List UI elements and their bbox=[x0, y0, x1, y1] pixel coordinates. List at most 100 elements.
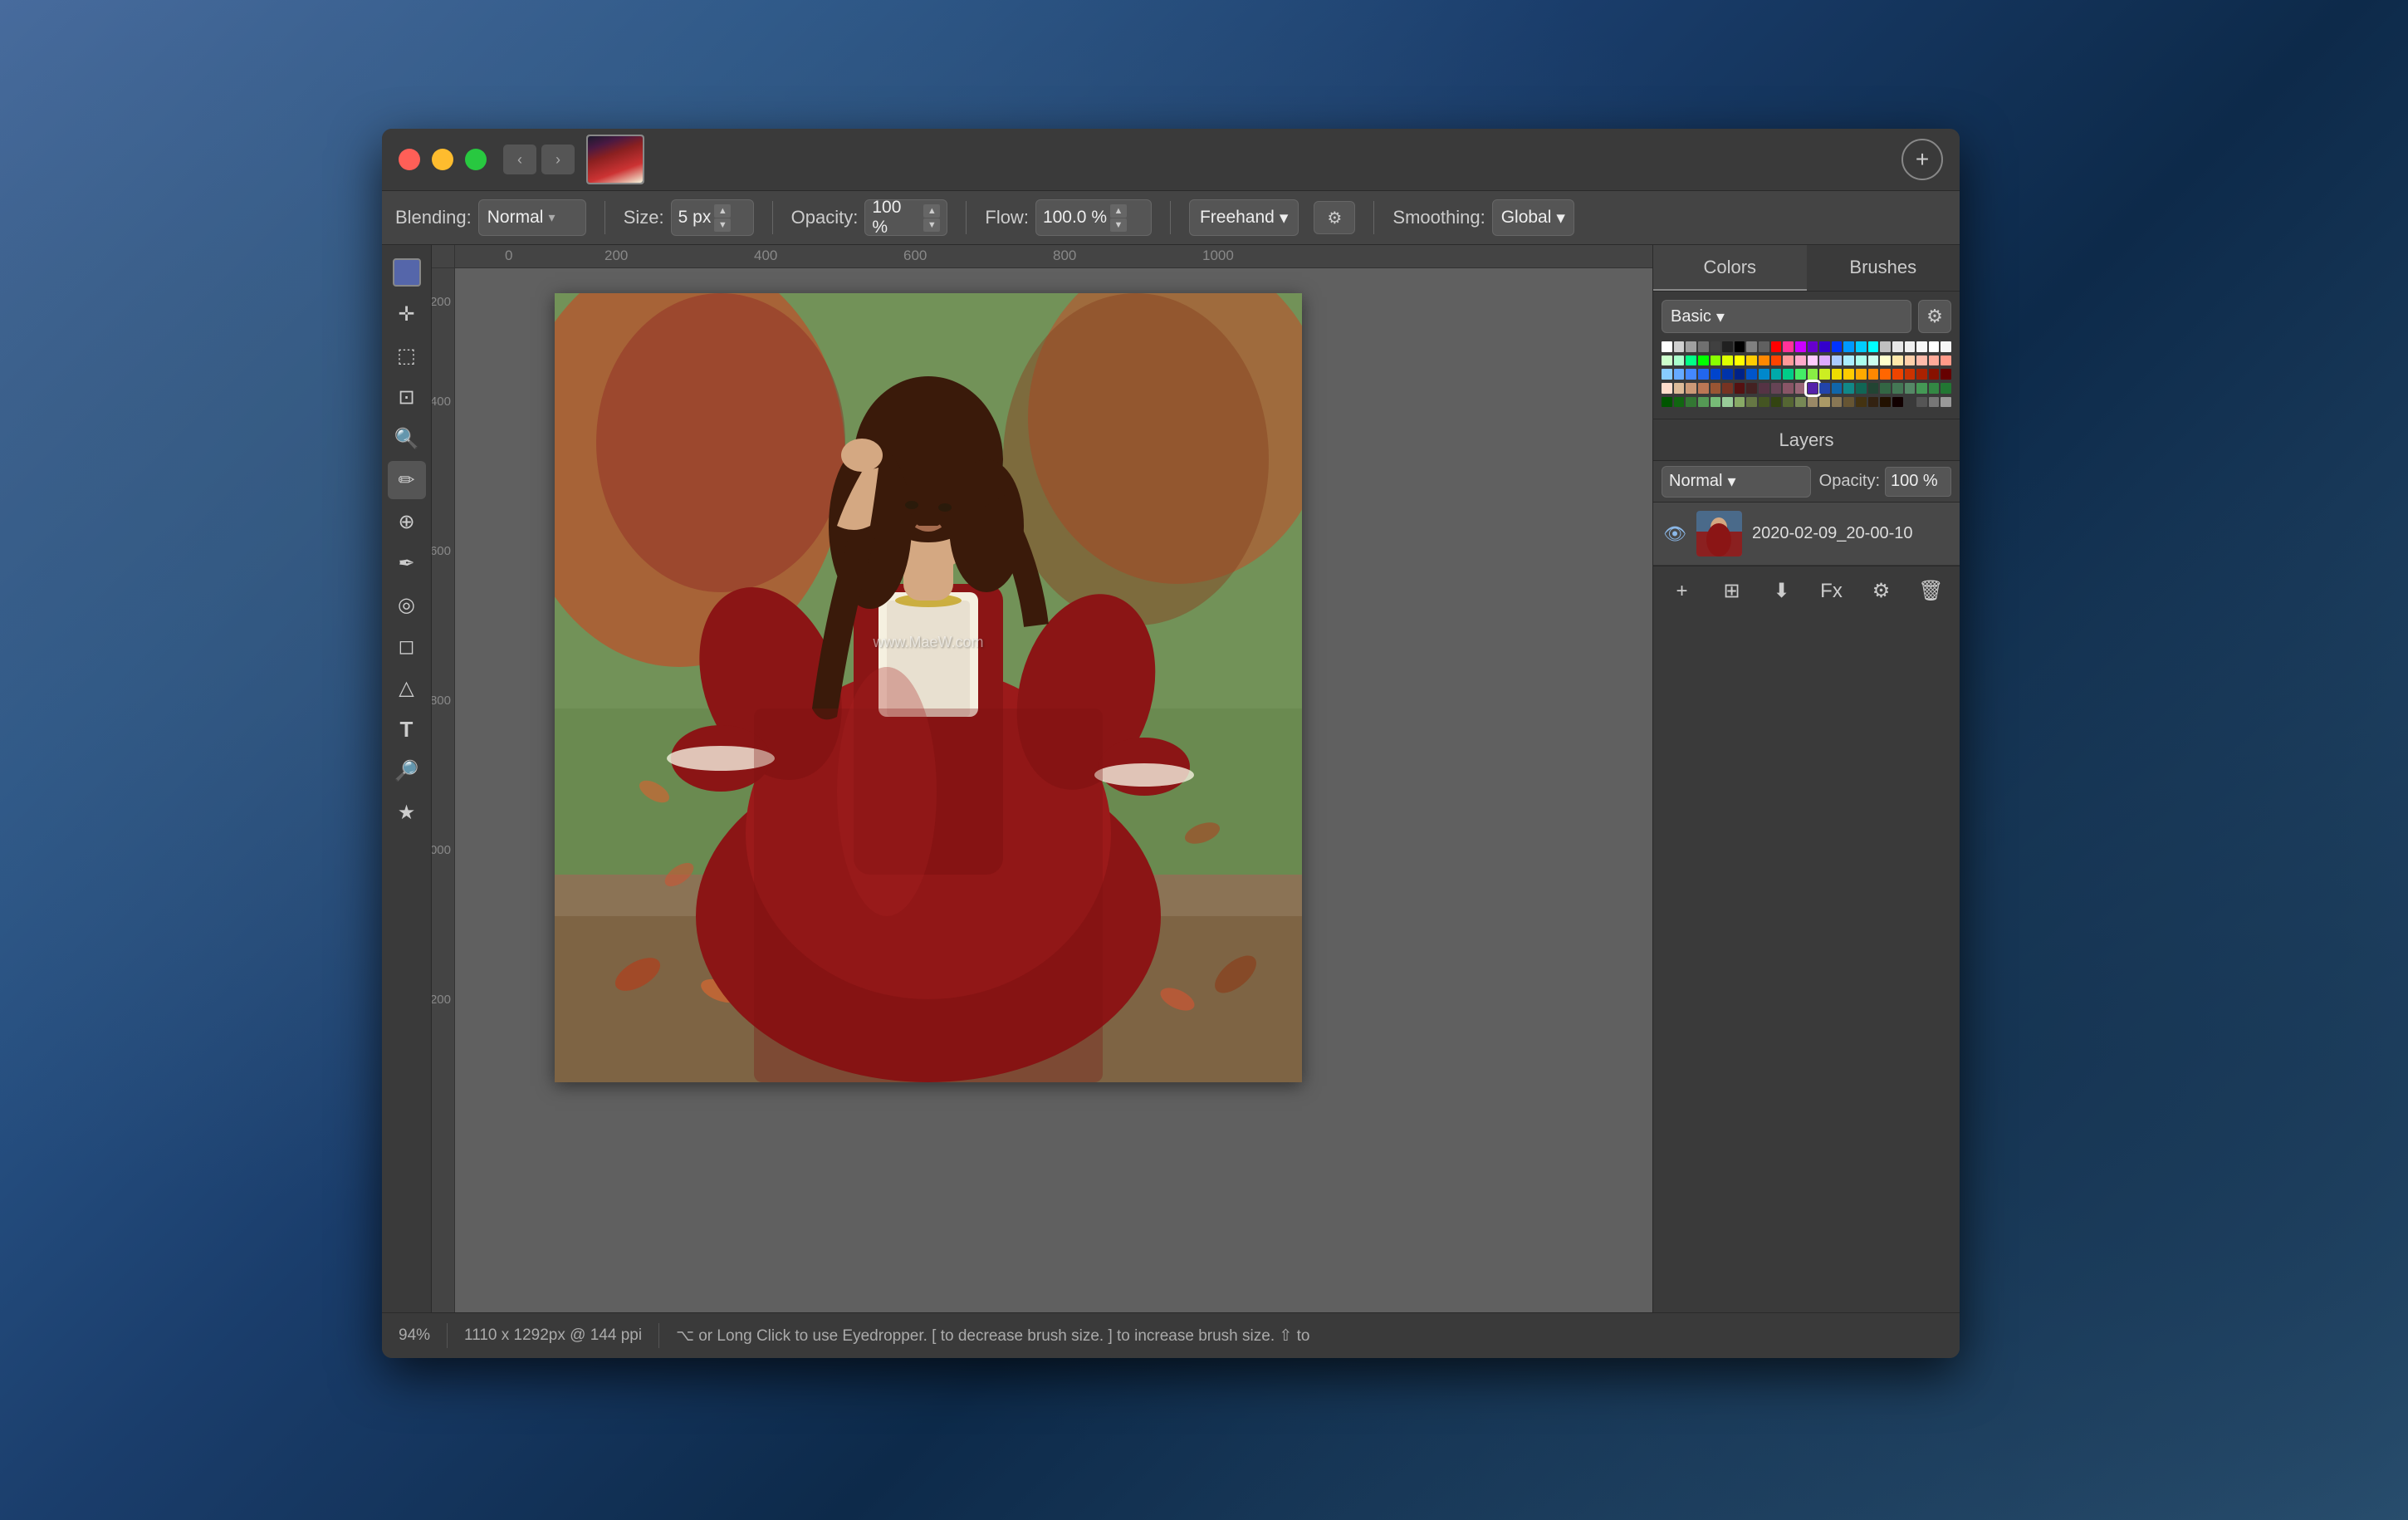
color-swatch-yellowgreen2[interactable] bbox=[1808, 369, 1818, 380]
size-stepper[interactable]: ▲ ▼ bbox=[714, 204, 731, 232]
color-swatch-lightblue1[interactable] bbox=[1832, 355, 1843, 366]
color-swatch-tan1[interactable] bbox=[1698, 383, 1709, 394]
color-swatch-gray2[interactable] bbox=[1929, 397, 1940, 408]
eyedropper-tool-button[interactable]: 🔍 bbox=[388, 419, 426, 458]
color-swatch-lightgray[interactable] bbox=[1674, 341, 1685, 352]
color-swatch-lightgreen2[interactable] bbox=[1795, 369, 1806, 380]
color-swatch-peach[interactable] bbox=[1905, 355, 1916, 366]
color-swatch-mauve[interactable] bbox=[1783, 383, 1794, 394]
add-layer-button[interactable]: + bbox=[1666, 575, 1699, 608]
color-swatch-almostblack[interactable] bbox=[1722, 341, 1733, 352]
color-swatch-teal[interactable] bbox=[1771, 369, 1782, 380]
color-swatch-maroon[interactable] bbox=[1929, 369, 1940, 380]
size-input[interactable]: 5 px ▲ ▼ bbox=[671, 199, 754, 236]
color-swatch-medblue[interactable] bbox=[1698, 369, 1709, 380]
color-swatch-lilac[interactable] bbox=[1819, 355, 1830, 366]
color-swatch-lightred[interactable] bbox=[1783, 355, 1794, 366]
color-swatch-mg[interactable] bbox=[1686, 397, 1696, 408]
color-swatch-darktan[interactable] bbox=[1832, 397, 1843, 408]
color-swatch-orangered[interactable] bbox=[1880, 369, 1891, 380]
color-swatch-charcoal[interactable] bbox=[1905, 397, 1916, 408]
color-swatch-green3[interactable] bbox=[1929, 383, 1940, 394]
color-swatch-azure[interactable] bbox=[1746, 369, 1757, 380]
color-swatch-plum2[interactable] bbox=[1771, 383, 1782, 394]
color-swatch-orange1[interactable] bbox=[1759, 355, 1769, 366]
color-swatch-sand[interactable] bbox=[1819, 397, 1830, 408]
color-swatch-mid[interactable] bbox=[1746, 341, 1757, 352]
flow-down-button[interactable]: ▼ bbox=[1110, 218, 1127, 232]
layer-settings-button[interactable]: ⚙ bbox=[1865, 575, 1898, 608]
color-swatch-white[interactable] bbox=[1662, 341, 1672, 352]
color-swatch-darkgreen2[interactable] bbox=[1868, 383, 1879, 394]
palette-name-dropdown[interactable]: Basic ▾ bbox=[1662, 300, 1911, 333]
color-swatch-darkgray[interactable] bbox=[1698, 341, 1709, 352]
color-swatch-silver2[interactable] bbox=[1941, 397, 1951, 408]
add-tab-button[interactable]: + bbox=[1901, 139, 1943, 180]
maximize-button[interactable] bbox=[465, 149, 487, 170]
crop-tool-button[interactable]: ⊡ bbox=[388, 378, 426, 416]
color-swatch-yellow-green[interactable] bbox=[1722, 355, 1733, 366]
color-swatch-skin2[interactable] bbox=[1674, 383, 1685, 394]
color-swatch-white2[interactable] bbox=[1905, 341, 1916, 352]
freehand-select[interactable]: Freehand ▾ bbox=[1189, 199, 1299, 236]
color-swatch-amber[interactable] bbox=[1843, 369, 1854, 380]
color-swatch-cerulean[interactable] bbox=[1832, 383, 1843, 394]
color-swatch-darkcyan[interactable] bbox=[1843, 383, 1854, 394]
color-swatch-nearblack[interactable] bbox=[1892, 397, 1903, 408]
shape-tool-button[interactable]: △ bbox=[388, 669, 426, 707]
color-swatch-lime2[interactable] bbox=[1819, 369, 1830, 380]
move-tool-button[interactable]: ✛ bbox=[388, 295, 426, 333]
color-swatch-carmine[interactable] bbox=[1905, 369, 1916, 380]
brush-settings-button[interactable]: ⚙ bbox=[1314, 201, 1355, 234]
color-swatch-selected-purple[interactable] bbox=[1808, 383, 1818, 394]
color-swatch-tan2[interactable] bbox=[1711, 383, 1721, 394]
tab-brushes[interactable]: Brushes bbox=[1807, 245, 1960, 291]
color-swatch-mintgreen[interactable] bbox=[1674, 355, 1685, 366]
brush-tool-button[interactable]: ✏ bbox=[388, 461, 426, 499]
layer-opacity-input[interactable]: 100 % bbox=[1885, 467, 1951, 497]
color-swatch-oliveg[interactable] bbox=[1735, 397, 1745, 408]
color-swatch-purple[interactable] bbox=[1795, 341, 1806, 352]
text-tool-button[interactable]: T bbox=[388, 710, 426, 748]
color-swatch-darkorange[interactable] bbox=[1868, 369, 1879, 380]
color-swatch-black[interactable] bbox=[1735, 341, 1745, 352]
eraser-tool-button[interactable]: ◻ bbox=[388, 627, 426, 665]
color-swatch-umber[interactable] bbox=[1843, 397, 1854, 408]
color-swatch-skyblue[interactable] bbox=[1843, 341, 1854, 352]
color-swatch-cream[interactable] bbox=[1892, 355, 1903, 366]
color-swatch-lavender[interactable] bbox=[1808, 355, 1818, 366]
color-swatch-dg2[interactable] bbox=[1674, 397, 1685, 408]
color-swatch-tan3[interactable] bbox=[1808, 397, 1818, 408]
color-swatch-darksepia[interactable] bbox=[1880, 397, 1891, 408]
color-swatch-verydarkbrown[interactable] bbox=[1746, 383, 1757, 394]
color-swatch-yellow2[interactable] bbox=[1832, 369, 1843, 380]
size-up-button[interactable]: ▲ bbox=[714, 204, 731, 218]
palette-settings-button[interactable]: ⚙ bbox=[1918, 300, 1951, 333]
color-swatch-lightgreen1[interactable] bbox=[1662, 355, 1672, 366]
color-swatch-sepia[interactable] bbox=[1868, 397, 1879, 408]
color-swatch-vermilion[interactable] bbox=[1892, 369, 1903, 380]
color-swatch-g5[interactable] bbox=[1711, 397, 1721, 408]
color-swatch-forest2[interactable] bbox=[1892, 383, 1903, 394]
zoom-tool-button[interactable]: 🔎 bbox=[388, 752, 426, 790]
color-swatch-chartreuse[interactable] bbox=[1711, 355, 1721, 366]
color-swatch-darknavy[interactable] bbox=[1735, 369, 1745, 380]
color-swatch-olive[interactable] bbox=[1746, 397, 1757, 408]
color-swatch-vdarkolive[interactable] bbox=[1771, 397, 1782, 408]
export-layer-button[interactable]: ⬇ bbox=[1765, 575, 1799, 608]
color-swatch-gold[interactable] bbox=[1746, 355, 1757, 366]
forward-button[interactable]: › bbox=[541, 145, 575, 174]
delete-layer-button[interactable]: 🗑 bbox=[1915, 575, 1948, 608]
color-swatch-lightsalmon[interactable] bbox=[1941, 355, 1951, 366]
color-swatch-darkgreen1[interactable] bbox=[1856, 383, 1867, 394]
color-swatch-lightblue2[interactable] bbox=[1843, 355, 1854, 366]
color-swatch-gray[interactable] bbox=[1686, 341, 1696, 352]
color-swatch-hotpink[interactable] bbox=[1783, 341, 1794, 352]
color-swatch-plum1[interactable] bbox=[1759, 383, 1769, 394]
color-swatch-brightblue[interactable] bbox=[1832, 341, 1843, 352]
color-swatch-yellow[interactable] bbox=[1735, 355, 1745, 366]
color-swatch-dimgray[interactable] bbox=[1916, 397, 1927, 408]
minimize-button[interactable] bbox=[432, 149, 453, 170]
color-swatch-lime[interactable] bbox=[1698, 355, 1709, 366]
color-swatch-indigo[interactable] bbox=[1819, 383, 1830, 394]
